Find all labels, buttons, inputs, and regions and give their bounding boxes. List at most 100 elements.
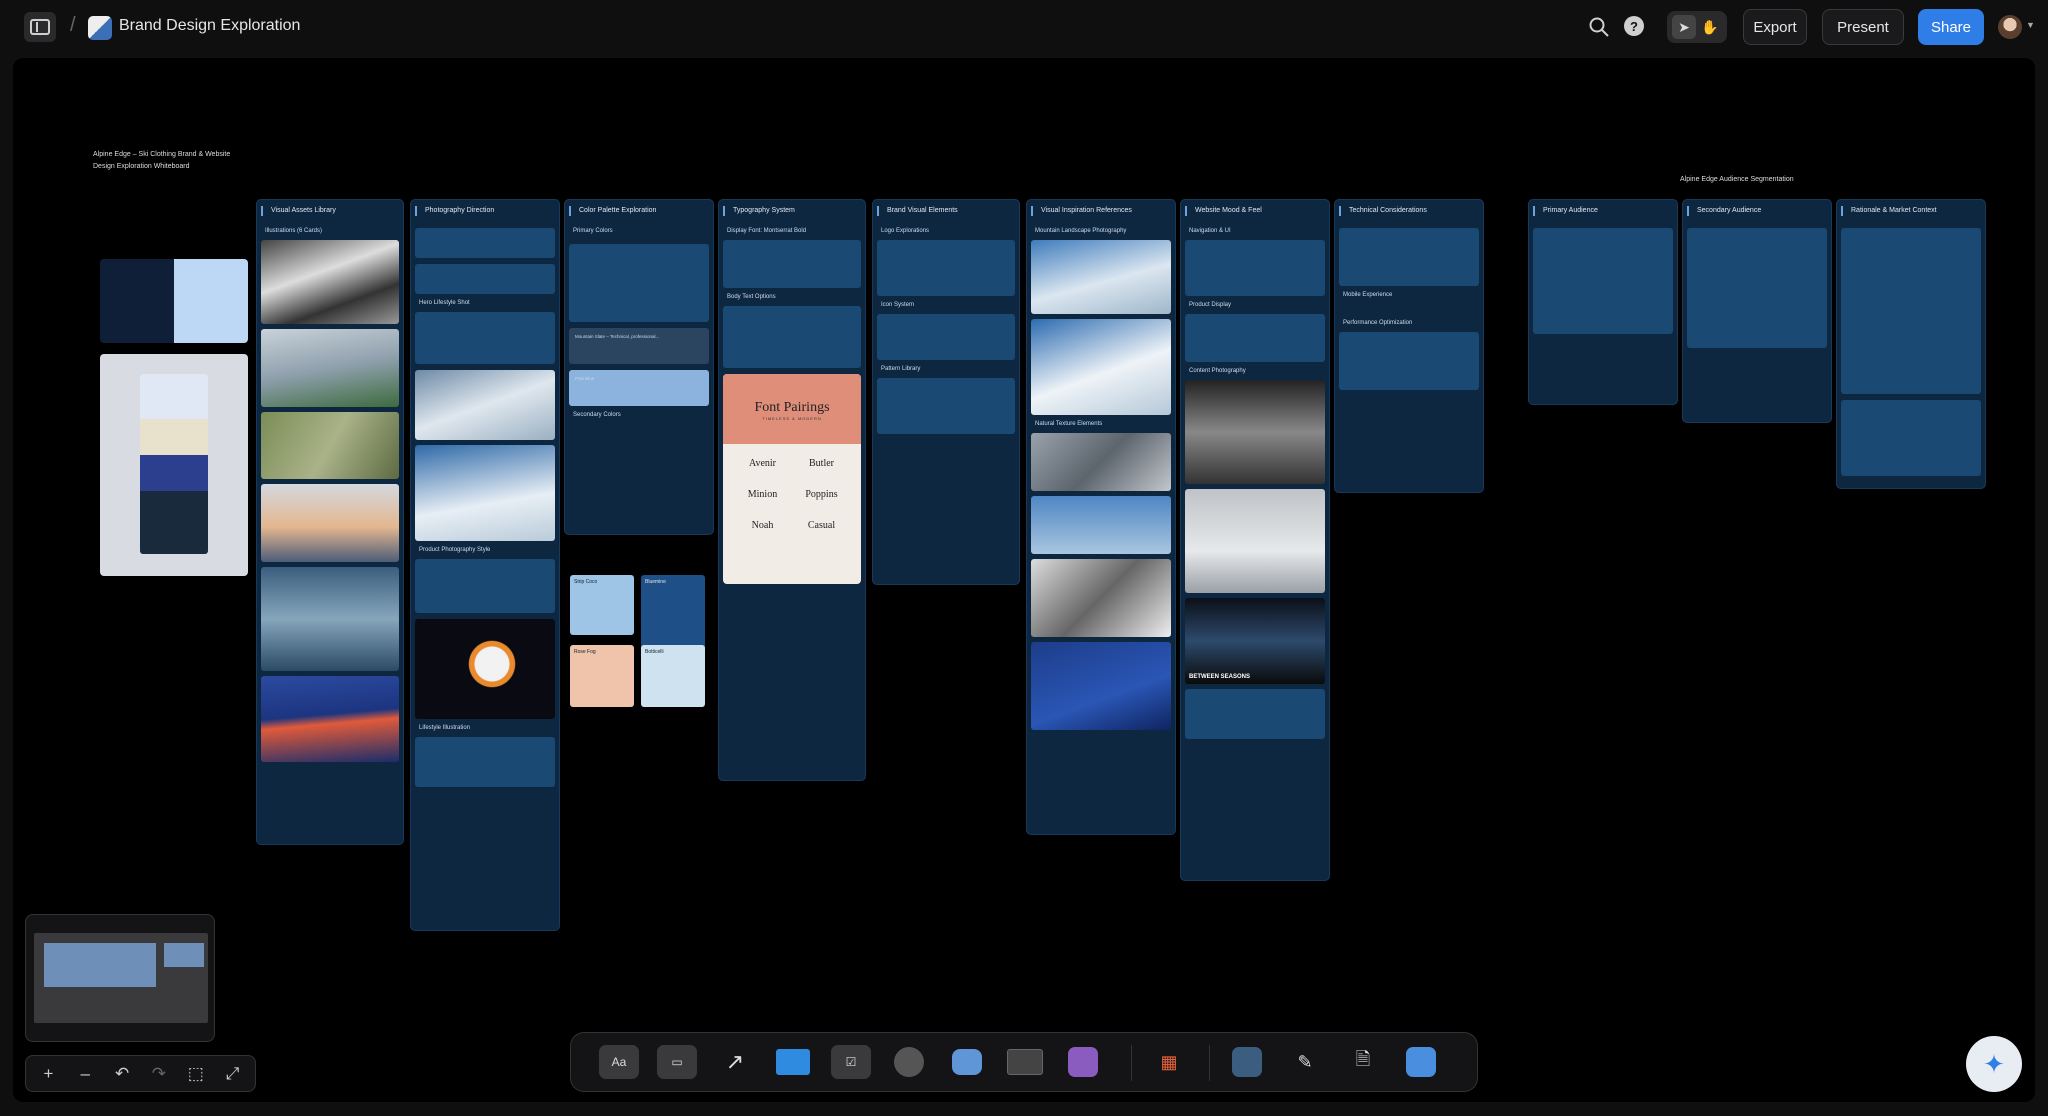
photo-image[interactable]	[415, 370, 555, 440]
column-color-palette[interactable]: Color Palette Exploration Primary Colors…	[564, 199, 714, 535]
present-button[interactable]: Present	[1822, 9, 1904, 45]
arrow-icon[interactable]: ↗	[715, 1045, 755, 1079]
minimap[interactable]	[25, 914, 215, 1042]
photo-image[interactable]	[415, 619, 555, 719]
column-title: Primary Audience	[1533, 206, 1673, 216]
crop-icon[interactable]: ⬚	[183, 1064, 209, 1084]
sidebar-toggle-button[interactable]	[24, 12, 56, 42]
undo-icon[interactable]: ↶	[109, 1064, 135, 1084]
text-card[interactable]	[1841, 400, 1981, 476]
text-card[interactable]	[415, 737, 555, 787]
inspiration-image[interactable]	[1031, 319, 1171, 415]
redo-icon[interactable]: ↷	[146, 1064, 172, 1084]
comment-icon[interactable]	[947, 1045, 987, 1079]
folder-icon[interactable]	[773, 1045, 813, 1079]
export-button[interactable]: Export	[1743, 9, 1807, 45]
checklist-icon[interactable]: ☑	[831, 1045, 871, 1079]
brand-thumbnail[interactable]	[100, 259, 248, 343]
table-icon[interactable]	[1005, 1045, 1045, 1079]
minimap-viewport[interactable]	[34, 933, 208, 1023]
help-icon[interactable]: ?	[1624, 16, 1644, 36]
text-card[interactable]	[877, 240, 1015, 296]
file-card[interactable]	[415, 264, 555, 294]
color-swatch[interactable]: Botticelli	[641, 645, 705, 707]
pointer-icon[interactable]: ➤	[1672, 15, 1696, 39]
column-subtitle: Body Text Options	[727, 294, 776, 300]
texture-image[interactable]	[1031, 496, 1171, 554]
illustration-image[interactable]	[261, 676, 399, 762]
column-title: Rationale & Market Context	[1841, 206, 1981, 216]
text-card[interactable]	[1185, 240, 1325, 296]
text-card[interactable]	[1687, 228, 1827, 348]
link-icon[interactable]	[889, 1045, 929, 1079]
column-brand-elements[interactable]: Brand Visual Elements Logo Explorations …	[872, 199, 1020, 585]
zoom-out-icon[interactable]: –	[72, 1064, 98, 1084]
breadcrumb-separator: /	[70, 14, 76, 36]
color-swatch[interactable]: Rose Fog	[570, 645, 634, 707]
illustration-image[interactable]	[261, 484, 399, 562]
search-icon[interactable]	[1588, 16, 1610, 38]
text-card[interactable]	[877, 378, 1015, 434]
column-visual-assets[interactable]: Visual Assets Library Illustrations (6 C…	[256, 199, 404, 845]
layout-icon[interactable]	[1227, 1045, 1267, 1079]
sticky-note-icon[interactable]: ▭	[657, 1045, 697, 1079]
column-technical[interactable]: Technical Considerations Mobile Experien…	[1334, 199, 1484, 493]
texture-image[interactable]	[1031, 559, 1171, 637]
share-button[interactable]: Share	[1918, 9, 1984, 45]
text-card[interactable]	[569, 244, 709, 322]
inspiration-image[interactable]	[1031, 240, 1171, 314]
text-card[interactable]	[1339, 332, 1479, 390]
audience-title[interactable]: Alpine Edge Audience Segmentation	[1680, 176, 1794, 183]
column-website-mood[interactable]: Website Mood & Feel Navigation & UI Prod…	[1180, 199, 1330, 881]
text-card[interactable]	[1533, 228, 1673, 334]
palette-card[interactable]: Polo Blue	[569, 370, 709, 406]
text-card[interactable]	[723, 240, 861, 288]
text-card[interactable]	[1185, 314, 1325, 362]
column-rationale[interactable]: Rationale & Market Context	[1836, 199, 1986, 489]
text-card[interactable]	[415, 312, 555, 364]
fullscreen-icon[interactable]: ⤢	[220, 1064, 246, 1084]
content-image[interactable]	[1185, 380, 1325, 484]
text-card[interactable]	[1339, 228, 1479, 286]
pointer-hand-toggle[interactable]: ➤ ✋	[1667, 11, 1727, 43]
zoom-in-icon[interactable]: +	[35, 1064, 61, 1084]
inspiration-image[interactable]	[1031, 642, 1171, 730]
column-typography[interactable]: Typography System Display Font: Montserr…	[718, 199, 866, 781]
hand-icon[interactable]: ✋	[1698, 15, 1722, 39]
board-title[interactable]: Alpine Edge – Ski Clothing Brand & Websi…	[93, 149, 253, 173]
content-image[interactable]	[1185, 489, 1325, 593]
column-inspiration[interactable]: Visual Inspiration References Mountain L…	[1026, 199, 1176, 835]
text-tool-button[interactable]: Aa	[599, 1045, 639, 1079]
illustration-image[interactable]	[261, 240, 399, 324]
font-pairings-card[interactable]: Font Pairings TIMELESS & MODERN Avenir B…	[723, 374, 861, 584]
photo-image[interactable]	[415, 445, 555, 541]
file-card[interactable]	[415, 228, 555, 258]
chevron-down-icon[interactable]: ▼	[2026, 20, 2035, 30]
content-image[interactable]: BETWEEN SEASONS	[1185, 598, 1325, 684]
column-secondary-audience[interactable]: Secondary Audience	[1682, 199, 1832, 423]
sparkle-icon[interactable]: ✦	[1966, 1036, 2022, 1092]
column-title: Technical Considerations	[1339, 206, 1479, 216]
column-photography[interactable]: Photography Direction Hero Lifestyle Sho…	[410, 199, 560, 931]
text-card[interactable]	[723, 306, 861, 368]
pen-icon[interactable]: ✎	[1285, 1045, 1325, 1079]
text-card[interactable]	[1185, 689, 1325, 739]
apps-icon[interactable]: ▦	[1149, 1045, 1189, 1079]
texture-image[interactable]	[1031, 433, 1171, 491]
palette-thumbnail[interactable]	[100, 354, 248, 576]
image-icon[interactable]	[1063, 1045, 1103, 1079]
text-card[interactable]	[415, 559, 555, 613]
color-swatch[interactable]: Strip Coco	[570, 575, 634, 635]
document-icon[interactable]: 🗎	[1343, 1045, 1383, 1079]
shapes-icon[interactable]	[1401, 1045, 1441, 1079]
illustration-image[interactable]	[261, 567, 399, 671]
palette-card[interactable]: Mountain Slate – Technical, professional…	[569, 328, 709, 364]
column-title: Secondary Audience	[1687, 206, 1827, 216]
text-card[interactable]	[877, 314, 1015, 360]
text-card[interactable]	[1841, 228, 1981, 394]
document-title[interactable]: Brand Design Exploration	[119, 17, 300, 35]
illustration-image[interactable]	[261, 412, 399, 479]
illustration-image[interactable]	[261, 329, 399, 407]
column-primary-audience[interactable]: Primary Audience	[1528, 199, 1678, 405]
avatar[interactable]	[1998, 15, 2022, 39]
